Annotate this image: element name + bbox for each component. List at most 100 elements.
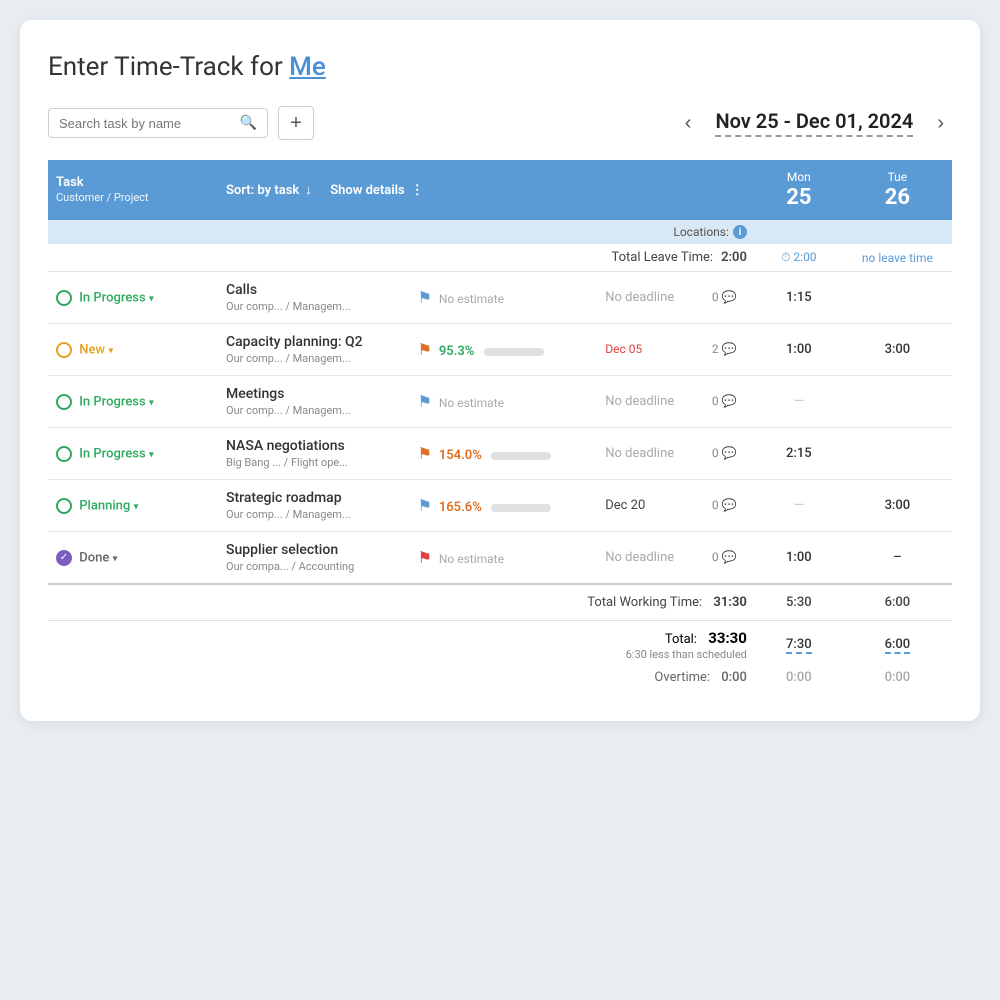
task-name: Capacity planning: Q2 bbox=[226, 334, 363, 350]
tue-time-cell[interactable] bbox=[843, 428, 952, 480]
mon-time-cell[interactable]: 1:15 bbox=[755, 272, 843, 324]
page-title: Enter Time-Track for Me bbox=[48, 52, 952, 82]
mon-time-cell[interactable]: — bbox=[755, 376, 843, 428]
status-cell[interactable]: In Progress ▾ bbox=[48, 376, 218, 428]
flag-icon bbox=[418, 392, 432, 404]
progress-pct: 95.3% bbox=[439, 344, 475, 359]
total-leave-tue[interactable]: no leave time bbox=[843, 244, 952, 272]
flag-icon bbox=[418, 288, 432, 300]
status-cell[interactable]: In Progress ▾ bbox=[48, 428, 218, 480]
tue-time[interactable]: – bbox=[893, 550, 901, 565]
comment-count[interactable]: 0 💬 bbox=[712, 446, 737, 460]
total-leave-val: 2:00 bbox=[721, 250, 747, 265]
no-estimate: No estimate bbox=[439, 396, 504, 410]
flag-icon bbox=[418, 444, 432, 456]
task-row: In Progress ▾ Meetings Our comp... / Man… bbox=[48, 376, 952, 428]
status-cell[interactable]: ✓ Done ▾ bbox=[48, 532, 218, 585]
task-row: New ▾ Capacity planning: Q2 Our comp... … bbox=[48, 324, 952, 376]
status-dropdown-icon[interactable]: ▾ bbox=[108, 345, 113, 356]
total-mon: 7:30 bbox=[755, 621, 843, 667]
tue-time-cell[interactable]: 3:00 bbox=[843, 480, 952, 532]
tue-time[interactable]: 3:00 bbox=[885, 342, 911, 357]
task-name: Strategic roadmap bbox=[226, 490, 351, 506]
deadline: Dec 20 bbox=[605, 498, 645, 513]
task-info-cell: Strategic roadmap Our comp... / Managem.… bbox=[218, 480, 410, 532]
task-row: In Progress ▾ NASA negotiations Big Bang… bbox=[48, 428, 952, 480]
task-deadline-cell: No deadline bbox=[597, 272, 704, 324]
total-working-row: Total Working Time: 31:30 5:30 6:00 bbox=[48, 584, 952, 621]
status-cell[interactable]: In Progress ▾ bbox=[48, 272, 218, 324]
comment-count[interactable]: 0 💬 bbox=[712, 498, 737, 512]
task-deadline-cell: No deadline bbox=[597, 428, 704, 480]
sort-label[interactable]: Sort: by task bbox=[226, 183, 299, 198]
progress-pct: 154.0% bbox=[439, 448, 482, 463]
tue-time-cell[interactable] bbox=[843, 376, 952, 428]
locations-info-icon[interactable]: i bbox=[733, 225, 747, 239]
mon-time[interactable]: 1:00 bbox=[786, 550, 812, 565]
task-name: Supplier selection bbox=[226, 542, 354, 558]
deadline: Dec 05 bbox=[605, 342, 642, 356]
prev-date-button[interactable]: ‹ bbox=[677, 108, 700, 139]
status-dropdown-icon[interactable]: ▾ bbox=[149, 293, 154, 304]
mon-time[interactable]: 2:15 bbox=[786, 446, 812, 461]
task-customer-project: Our comp... / Managem... bbox=[226, 300, 351, 313]
th-day-mon: Mon 25 bbox=[755, 160, 843, 220]
total-working-val: 31:30 bbox=[713, 595, 747, 610]
total-tue: 6:00 bbox=[843, 621, 952, 667]
status-cell[interactable]: Planning ▾ bbox=[48, 480, 218, 532]
tue-time[interactable]: 3:00 bbox=[885, 498, 911, 513]
th-customer-project: Customer / Project bbox=[56, 191, 149, 204]
task-customer-project: Our comp... / Managem... bbox=[226, 508, 351, 521]
task-info-cell: Meetings Our comp... / Managem... bbox=[218, 376, 410, 428]
task-deadline-cell: No deadline bbox=[597, 532, 704, 585]
comment-count[interactable]: 0 💬 bbox=[712, 394, 737, 408]
search-icon: 🔍 bbox=[240, 115, 257, 131]
mon-time-cell[interactable]: 2:15 bbox=[755, 428, 843, 480]
mon-time-cell[interactable]: — bbox=[755, 480, 843, 532]
overtime-tue: 0:00 bbox=[843, 666, 952, 693]
comment-count[interactable]: 2 💬 bbox=[712, 342, 737, 356]
total-working-label: Total Working Time: bbox=[587, 595, 702, 610]
th-task: Task Customer / Project bbox=[48, 160, 218, 220]
show-details-label[interactable]: Show details bbox=[330, 183, 404, 198]
task-deadline-cell: No deadline bbox=[597, 376, 704, 428]
main-card: Enter Time-Track for Me 🔍 + ‹ Nov 25 - D… bbox=[20, 20, 980, 721]
search-input[interactable] bbox=[59, 116, 234, 131]
me-link[interactable]: Me bbox=[289, 52, 326, 82]
total-working-tue: 6:00 bbox=[843, 584, 952, 621]
status-cell[interactable]: New ▾ bbox=[48, 324, 218, 376]
status-dropdown-icon[interactable]: ▾ bbox=[149, 397, 154, 408]
tue-time-cell[interactable] bbox=[843, 272, 952, 324]
total-val: 33:30 bbox=[708, 629, 747, 647]
add-button[interactable]: + bbox=[278, 106, 314, 140]
mon-time-cell[interactable]: 1:00 bbox=[755, 532, 843, 585]
status-icon bbox=[56, 498, 72, 514]
th-sort-area: Sort: by task ↓ Show details ⋮ bbox=[218, 160, 755, 220]
task-customer-project: Our comp... / Managem... bbox=[226, 352, 363, 365]
flag-icon bbox=[418, 340, 432, 352]
tue-time-cell[interactable]: – bbox=[843, 532, 952, 585]
more-options-icon[interactable]: ⋮ bbox=[411, 183, 424, 198]
mon-time[interactable]: 1:00 bbox=[786, 342, 812, 357]
status-dropdown-icon[interactable]: ▾ bbox=[133, 501, 138, 512]
total-leave-mon[interactable]: ⏱ 2:00 bbox=[755, 244, 843, 272]
status-icon bbox=[56, 342, 72, 358]
comment-count[interactable]: 0 💬 bbox=[712, 290, 737, 304]
overtime-label: Overtime: bbox=[654, 670, 710, 685]
next-date-button[interactable]: › bbox=[929, 108, 952, 139]
task-row: In Progress ▾ Calls Our comp... / Manage… bbox=[48, 272, 952, 324]
status-dropdown-icon[interactable]: ▾ bbox=[113, 553, 118, 564]
task-flag-estimate-cell: No estimate bbox=[410, 532, 598, 585]
total-row: Total: 33:30 6:30 less than scheduled 7:… bbox=[48, 621, 952, 667]
task-comments-cell: 0 💬 bbox=[704, 272, 755, 324]
status-dropdown-icon[interactable]: ▾ bbox=[149, 449, 154, 460]
tue-time-cell[interactable]: 3:00 bbox=[843, 324, 952, 376]
mon-time[interactable]: 1:15 bbox=[786, 290, 812, 305]
toolbar: 🔍 + ‹ Nov 25 - Dec 01, 2024 › bbox=[48, 106, 952, 140]
comment-count[interactable]: 0 💬 bbox=[712, 550, 737, 564]
overtime-row: Overtime: 0:00 0:00 0:00 bbox=[48, 666, 952, 693]
task-comments-cell: 2 💬 bbox=[704, 324, 755, 376]
task-customer-project: Our compa... / Accounting bbox=[226, 560, 354, 573]
mon-time-cell[interactable]: 1:00 bbox=[755, 324, 843, 376]
search-box[interactable]: 🔍 bbox=[48, 108, 268, 138]
